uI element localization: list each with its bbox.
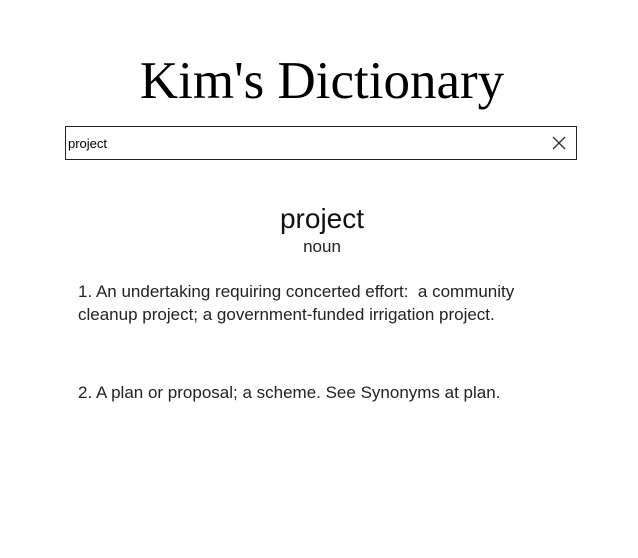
definition-item: 2. A plan or proposal; a scheme. See Syn…	[78, 383, 501, 402]
definition-item: 1. An undertaking requiring concerted ef…	[78, 282, 519, 324]
dictionary-page: Kim's Dictionary project noun 1. An unde…	[0, 0, 638, 558]
search-input[interactable]	[68, 127, 538, 159]
entry-word: project	[279, 203, 365, 234]
clear-search-button[interactable]	[550, 134, 568, 152]
close-icon	[552, 136, 566, 150]
app-title: Kim's Dictionary	[139, 52, 505, 110]
search-box	[65, 126, 577, 160]
part-of-speech: noun	[303, 237, 341, 256]
